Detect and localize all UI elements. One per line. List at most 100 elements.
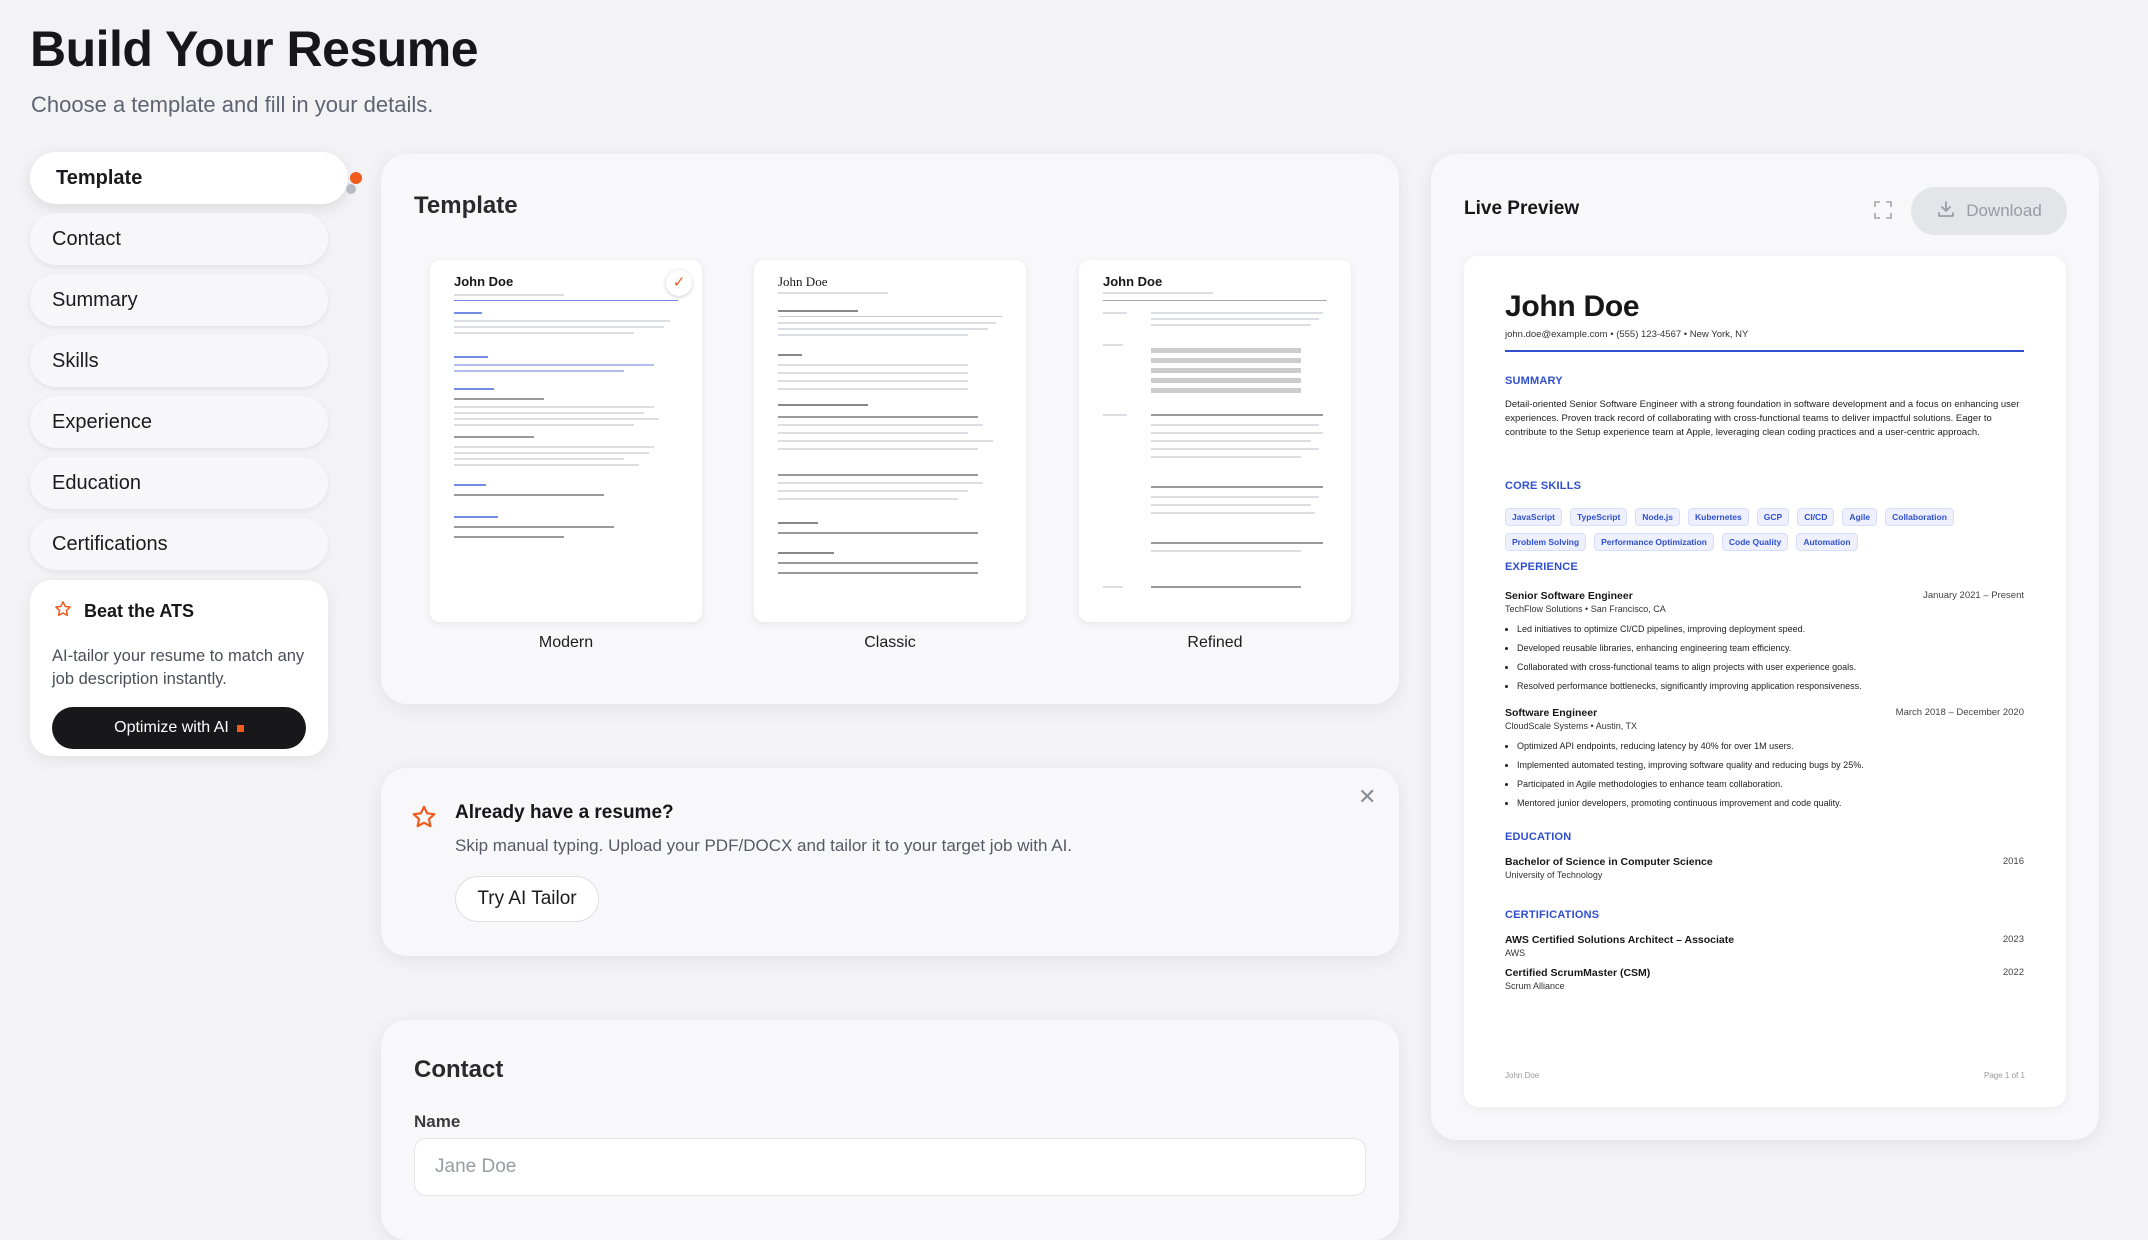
optimize-with-ai-button[interactable]: Optimize with AI bbox=[52, 707, 306, 749]
job-dates: March 2018 – December 2020 bbox=[1895, 707, 2024, 718]
job-bullet: Optimized API endpoints, reducing latenc… bbox=[1517, 737, 2024, 756]
name-field[interactable] bbox=[414, 1138, 1366, 1196]
resume-summary-text: Detail-oriented Senior Software Engineer… bbox=[1505, 399, 2020, 438]
thumb-line bbox=[778, 292, 888, 294]
thumb-line bbox=[1103, 292, 1213, 294]
resume-name: John Doe bbox=[1505, 290, 1640, 323]
thumb-line bbox=[1151, 456, 1301, 458]
job-title: Senior Software Engineer bbox=[1505, 590, 1633, 602]
thumb-line bbox=[778, 522, 818, 524]
resume-summary-heading: SUMMARY bbox=[1505, 375, 1563, 387]
thumb-line bbox=[454, 418, 659, 420]
thumb-line bbox=[1151, 486, 1323, 488]
resume-footer-name: John Doe bbox=[1505, 1071, 1540, 1080]
page-title: Build Your Resume bbox=[30, 21, 479, 77]
thumb-line bbox=[454, 294, 564, 296]
thumb-line bbox=[454, 356, 488, 358]
template-label-refined: Refined bbox=[1187, 634, 1243, 651]
thumb-line bbox=[1103, 312, 1127, 314]
skill-chip: CI/CD bbox=[1797, 508, 1835, 526]
thumb-line bbox=[778, 310, 858, 312]
thumb-line bbox=[1151, 358, 1301, 363]
resume-job-entry: Senior Software Engineer January 2021 – … bbox=[1505, 590, 2024, 696]
education-school: University of Technology bbox=[1505, 870, 1603, 880]
resume-preview-sheet: John Doe john.doe@example.com • (555) 12… bbox=[1464, 256, 2066, 1107]
resume-certification-entry: AWS Certified Solutions Architect – Asso… bbox=[1505, 934, 2024, 958]
thumb-line bbox=[454, 516, 498, 518]
thumb-line bbox=[454, 312, 482, 314]
education-year: 2016 bbox=[2002, 856, 2024, 867]
thumb-line bbox=[454, 398, 544, 400]
thumb-line bbox=[1151, 512, 1315, 514]
thumb-line bbox=[778, 328, 988, 330]
sidebar-item-label: Skills bbox=[52, 350, 99, 372]
contact-panel: Contact Name bbox=[381, 1020, 1399, 1240]
thumb-name: John Doe bbox=[1103, 274, 1163, 289]
star-icon bbox=[54, 600, 72, 623]
job-company: CloudScale Systems • Austin, TX bbox=[1505, 721, 1638, 731]
skill-chip: Performance Optimization bbox=[1594, 533, 1714, 551]
skill-chip: Node.js bbox=[1635, 508, 1680, 526]
certification-year: 2022 bbox=[2002, 967, 2024, 978]
skill-chip: TypeScript bbox=[1570, 508, 1628, 526]
thumb-line bbox=[454, 458, 624, 460]
skill-chip: Kubernetes bbox=[1688, 508, 1749, 526]
upload-banner-title: Already have a resume? bbox=[455, 802, 674, 823]
thumb-line bbox=[1151, 388, 1301, 393]
thumb-line bbox=[1151, 432, 1323, 434]
sidebar-item-label: Contact bbox=[52, 228, 121, 250]
live-preview-panel: Live Preview Download John Doe john.doe@… bbox=[1431, 154, 2099, 1140]
job-bullet: Developed reusable libraries, enhancing … bbox=[1517, 639, 2024, 658]
thumb-line bbox=[1151, 324, 1311, 326]
thumb-line bbox=[1151, 504, 1311, 506]
ats-promo-card: Beat the ATS AI-tailor your resume to ma… bbox=[30, 580, 328, 756]
thumb-line bbox=[454, 452, 649, 454]
template-thumbnail-refined[interactable]: John Doe bbox=[1079, 260, 1351, 622]
resume-skills-heading: CORE SKILLS bbox=[1505, 480, 1582, 492]
job-bullet: Resolved performance bottlenecks, signif… bbox=[1517, 677, 2024, 696]
sidebar-nav: Template Contact Summary Skills Experien… bbox=[30, 152, 362, 579]
close-icon[interactable]: ✕ bbox=[1358, 784, 1376, 810]
certification-issuer: AWS bbox=[1505, 948, 1526, 958]
thumb-line bbox=[1151, 496, 1319, 498]
try-ai-tailor-button[interactable]: Try AI Tailor bbox=[455, 876, 599, 922]
sidebar-item-skills[interactable]: Skills bbox=[30, 335, 328, 387]
template-thumbnail-modern[interactable]: John Doe ✓ bbox=[430, 260, 702, 622]
job-bullet: Participated in Agile methodologies to e… bbox=[1517, 775, 2024, 794]
thumb-line bbox=[454, 364, 654, 366]
resume-experience-heading: EXPERIENCE bbox=[1505, 561, 1578, 573]
thumb-line bbox=[778, 552, 834, 554]
template-thumbnail-classic[interactable]: John Doe bbox=[754, 260, 1026, 622]
sidebar-item-label: Certifications bbox=[52, 533, 168, 555]
sidebar-item-contact[interactable]: Contact bbox=[30, 213, 328, 265]
download-button[interactable]: Download bbox=[1911, 187, 2067, 235]
upload-resume-banner: Already have a resume? Skip manual typin… bbox=[381, 768, 1399, 956]
thumb-line bbox=[454, 464, 639, 466]
sidebar-item-experience[interactable]: Experience bbox=[30, 396, 328, 448]
resume-job-entry: Software Engineer March 2018 – December … bbox=[1505, 707, 2024, 813]
thumb-line bbox=[778, 322, 996, 324]
thumb-line bbox=[1103, 586, 1123, 588]
sidebar-item-certifications[interactable]: Certifications bbox=[30, 518, 328, 570]
resume-education-entry: Bachelor of Science in Computer Science … bbox=[1505, 856, 2024, 880]
live-preview-title: Live Preview bbox=[1464, 198, 1580, 219]
thumb-line bbox=[778, 572, 978, 574]
thumb-line bbox=[778, 562, 978, 564]
thumb-line bbox=[778, 490, 968, 492]
thumb-line bbox=[778, 474, 978, 476]
thumb-line bbox=[778, 364, 968, 366]
expand-icon[interactable] bbox=[1873, 200, 1893, 225]
thumb-rule bbox=[454, 300, 678, 301]
skill-chip: GCP bbox=[1756, 508, 1790, 526]
ats-card-title: Beat the ATS bbox=[84, 601, 195, 621]
job-bullets: Led initiatives to optimize CI/CD pipeli… bbox=[1505, 620, 2024, 696]
skill-chip: JavaScript bbox=[1505, 508, 1562, 526]
sidebar-item-summary[interactable]: Summary bbox=[30, 274, 328, 326]
resume-contact-line: john.doe@example.com • (555) 123-4567 • … bbox=[1505, 329, 1749, 340]
thumb-line bbox=[454, 424, 634, 426]
thumb-rule bbox=[778, 316, 1002, 317]
sidebar-item-label: Template bbox=[56, 167, 143, 189]
thumb-line bbox=[1151, 312, 1323, 314]
sidebar-item-education[interactable]: Education bbox=[30, 457, 328, 509]
sidebar-item-template[interactable]: Template bbox=[30, 152, 362, 204]
